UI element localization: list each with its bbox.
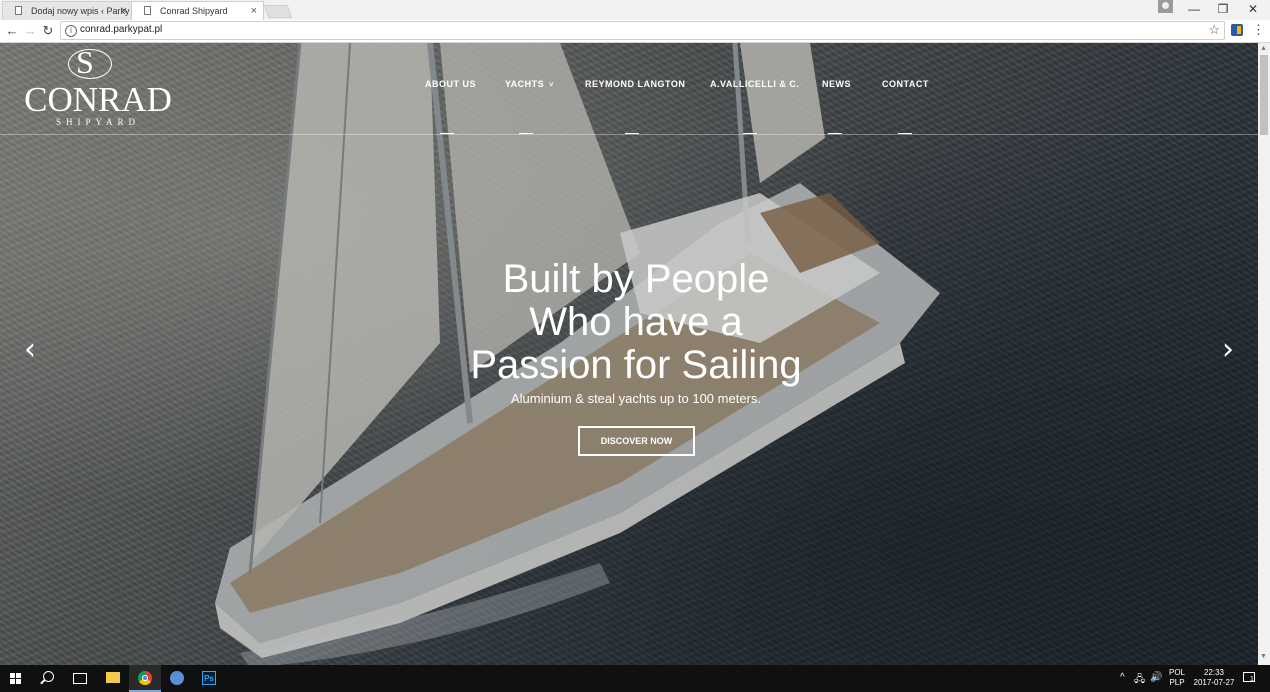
nav-label: ABOUT US bbox=[425, 79, 476, 89]
volume-icon[interactable]: 🔊 bbox=[1150, 672, 1162, 683]
clock-date: 2017-07-27 bbox=[1193, 678, 1235, 687]
page-viewport: S CONRAD SHIPYARD ABOUT US YACHTS ˅ REYMO… bbox=[0, 43, 1258, 665]
mail-app-button[interactable] bbox=[161, 665, 193, 692]
hero-headline-line: Built by People bbox=[502, 257, 770, 301]
nav-label: A.VALLICELLI & C. bbox=[710, 79, 800, 89]
url-text[interactable]: conrad.parkypat.pl bbox=[80, 24, 162, 35]
hero-headline-line: Who have a bbox=[529, 300, 743, 344]
discover-now-button[interactable]: DISCOVER NOW bbox=[578, 426, 695, 456]
hero-headline: Built by People Who have a Passion for S… bbox=[436, 258, 836, 387]
nav-label: YACHTS bbox=[505, 79, 545, 89]
minimize-button[interactable]: — bbox=[1180, 1, 1208, 17]
page-icon bbox=[15, 6, 22, 15]
browser-toolbar: ← → ↻ i conrad.parkypat.pl ☆ ⋮ bbox=[0, 20, 1270, 43]
user-profile-icon[interactable] bbox=[1158, 0, 1173, 13]
forward-icon[interactable]: → bbox=[21, 22, 39, 40]
nav-label: CONTACT bbox=[882, 79, 929, 89]
page-icon bbox=[144, 6, 151, 15]
task-view-icon bbox=[73, 673, 87, 684]
chrome-taskbar-button[interactable] bbox=[129, 665, 161, 692]
close-window-button[interactable]: ✕ bbox=[1239, 1, 1267, 17]
system-clock[interactable]: 22:33 2017-07-27 bbox=[1192, 668, 1236, 688]
browser-menu-icon[interactable]: ⋮ bbox=[1252, 21, 1265, 39]
file-explorer-button[interactable] bbox=[97, 665, 129, 692]
slider-next-icon[interactable]: › bbox=[1218, 335, 1238, 365]
clock-time: 22:33 bbox=[1203, 668, 1225, 677]
logo-name: CONRAD bbox=[24, 80, 172, 119]
windows-start-icon bbox=[10, 673, 22, 685]
scroll-up-icon[interactable]: ▲ bbox=[1260, 45, 1267, 52]
windows-taskbar: Ps ^ 🖧 🔊 POL PLP 22:33 2017-07-27 1 bbox=[0, 665, 1270, 692]
folder-icon bbox=[106, 672, 120, 683]
hero-subtitle: Aluminium & steal yachts up to 100 meter… bbox=[510, 391, 761, 406]
tray-expand-icon[interactable]: ^ bbox=[1120, 672, 1125, 683]
nav-underline bbox=[828, 133, 842, 134]
close-tab-icon[interactable]: × bbox=[251, 2, 257, 20]
nav-underline bbox=[440, 133, 454, 134]
header-divider bbox=[0, 134, 1258, 135]
chrome-icon bbox=[138, 671, 152, 685]
bookmark-star-icon[interactable]: ☆ bbox=[1208, 22, 1220, 38]
logo-subtitle: SHIPYARD bbox=[55, 117, 140, 127]
scrollbar-thumb[interactable] bbox=[1260, 55, 1268, 135]
nav-underline bbox=[743, 133, 757, 134]
nav-underline bbox=[519, 133, 533, 134]
tab-conrad-shipyard[interactable]: Conrad Shipyard × bbox=[131, 1, 264, 20]
keyboard-layout: PLP bbox=[1169, 678, 1185, 687]
site-logo[interactable]: S CONRAD SHIPYARD bbox=[22, 43, 174, 129]
nav-news[interactable]: NEWS bbox=[822, 79, 851, 93]
slider-prev-icon[interactable]: ‹ bbox=[20, 335, 40, 365]
nav-underline bbox=[898, 133, 912, 134]
photoshop-button[interactable]: Ps bbox=[193, 665, 225, 692]
nav-reymond-langton[interactable]: REYMOND LANGTON bbox=[585, 79, 685, 93]
tab-title: Dodaj nowy wpis ‹ Parky bbox=[31, 6, 130, 16]
nav-label: REYMOND LANGTON bbox=[585, 79, 686, 89]
language-indicator[interactable]: POL PLP bbox=[1167, 668, 1187, 688]
search-icon bbox=[43, 671, 54, 682]
language-code: POL bbox=[1168, 668, 1185, 677]
site-info-icon[interactable]: i bbox=[65, 25, 77, 37]
new-tab-button[interactable] bbox=[263, 5, 293, 18]
mail-app-icon bbox=[170, 671, 184, 685]
start-button[interactable] bbox=[0, 665, 32, 692]
notifications-icon[interactable]: 1 bbox=[1243, 672, 1255, 683]
notification-count: 1 bbox=[1250, 676, 1254, 683]
close-tab-icon[interactable]: × bbox=[121, 2, 127, 20]
nav-vallicelli[interactable]: A.VALLICELLI & C. bbox=[710, 79, 799, 93]
hero-headline-line: Passion for Sailing bbox=[470, 343, 802, 387]
nav-underline bbox=[625, 133, 639, 134]
taskbar-search-button[interactable] bbox=[32, 665, 64, 692]
maximize-button[interactable]: ❐ bbox=[1209, 1, 1237, 17]
reload-icon[interactable]: ↻ bbox=[39, 22, 57, 40]
chevron-down-icon: ˅ bbox=[549, 82, 554, 89]
tab-strip: Dodaj nowy wpis ‹ Parky × Conrad Shipyar… bbox=[0, 0, 1270, 20]
network-icon[interactable]: 🖧 bbox=[1134, 672, 1145, 689]
scroll-down-icon[interactable]: ▼ bbox=[1260, 653, 1267, 660]
extension-icon[interactable] bbox=[1231, 24, 1243, 36]
tab-title: Conrad Shipyard bbox=[160, 6, 228, 16]
nav-contact[interactable]: CONTACT bbox=[882, 79, 929, 93]
photoshop-icon: Ps bbox=[202, 671, 216, 685]
task-view-button[interactable] bbox=[64, 665, 96, 692]
nav-yachts[interactable]: YACHTS ˅ bbox=[505, 79, 554, 93]
address-bar[interactable]: i conrad.parkypat.pl ☆ bbox=[60, 21, 1225, 40]
page-scrollbar[interactable]: ▲ ▼ bbox=[1258, 43, 1270, 665]
tab-dodaj-nowy-wpis[interactable]: Dodaj nowy wpis ‹ Parky × bbox=[2, 1, 134, 20]
nav-label: NEWS bbox=[822, 79, 851, 89]
back-icon[interactable]: ← bbox=[3, 22, 21, 40]
logo-monogram: S bbox=[68, 44, 112, 80]
nav-about-us[interactable]: ABOUT US bbox=[425, 79, 476, 93]
